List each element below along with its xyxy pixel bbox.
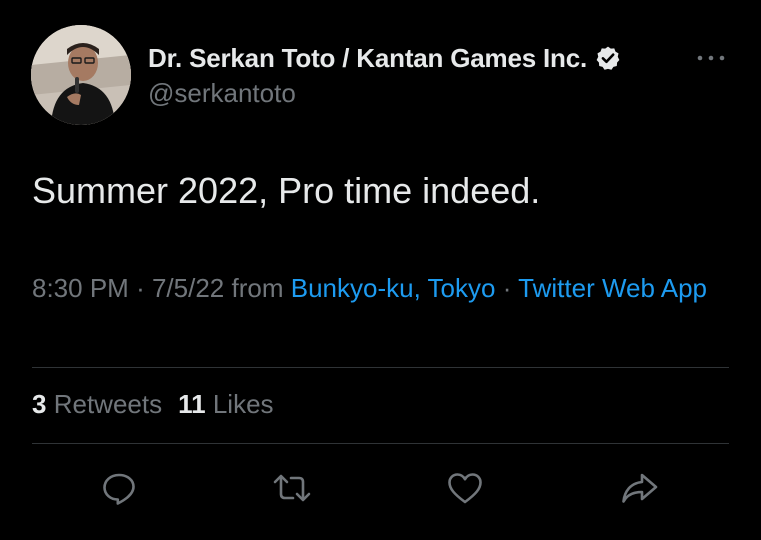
tweet-source-link[interactable]: Twitter Web App bbox=[518, 273, 707, 303]
avatar[interactable] bbox=[31, 25, 131, 125]
likes-label: Likes bbox=[212, 389, 274, 419]
tweet-detail: Dr. Serkan Toto / Kantan Games Inc. @ser… bbox=[0, 0, 761, 540]
more-options-icon[interactable] bbox=[694, 46, 728, 70]
divider bbox=[32, 367, 729, 368]
likes-stat[interactable]: 11 Likes bbox=[178, 389, 273, 419]
author-display-name[interactable]: Dr. Serkan Toto / Kantan Games Inc. bbox=[148, 43, 587, 74]
meta-separator: · bbox=[502, 273, 512, 303]
from-label: from bbox=[231, 273, 284, 303]
meta-separator: · bbox=[136, 273, 145, 303]
verified-badge-icon bbox=[595, 45, 621, 71]
share-icon[interactable] bbox=[619, 468, 659, 508]
tweet-text: Summer 2022, Pro time indeed. bbox=[32, 170, 541, 211]
avatar-photo bbox=[31, 25, 131, 125]
retweets-label: Retweets bbox=[53, 389, 163, 419]
engagement-stats: 3 Retweets 11 Likes bbox=[32, 389, 274, 420]
retweets-stat[interactable]: 3 Retweets bbox=[32, 389, 162, 419]
like-heart-icon[interactable] bbox=[445, 468, 485, 508]
tweet-location-link[interactable]: Bunkyo-ku, Tokyo bbox=[291, 273, 496, 303]
tweet-time[interactable]: 8:30 PM bbox=[32, 273, 129, 303]
retweet-icon[interactable] bbox=[272, 468, 312, 508]
author-name-row[interactable]: Dr. Serkan Toto / Kantan Games Inc. bbox=[148, 40, 621, 76]
author-handle[interactable]: @serkantoto bbox=[148, 78, 296, 109]
likes-count: 11 bbox=[178, 389, 206, 419]
retweets-count: 3 bbox=[32, 389, 47, 419]
reply-icon[interactable] bbox=[99, 468, 139, 508]
tweet-metadata: 8:30 PM · 7/5/22 from Bunkyo-ku, Tokyo ·… bbox=[32, 269, 732, 308]
tweet-date[interactable]: 7/5/22 bbox=[152, 273, 224, 303]
divider bbox=[32, 443, 729, 444]
